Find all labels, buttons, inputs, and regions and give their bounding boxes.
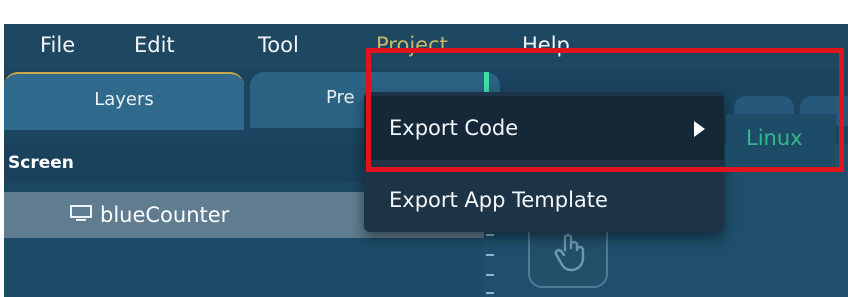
menu-item-export-app-template[interactable]: Export App Template (364, 168, 724, 232)
export-app-template-label: Export App Template (389, 188, 608, 212)
menu-edit[interactable]: Edit (134, 33, 175, 57)
layers-empty-area (4, 238, 484, 297)
touch-hand-icon (554, 233, 585, 272)
menu-file[interactable]: File (40, 33, 75, 57)
tab-layers[interactable]: Layers (4, 72, 244, 130)
menu-tool[interactable]: Tool (258, 33, 299, 57)
highlight-box (366, 48, 844, 172)
app-window: File Edit Tool Project Help Layers Pre S… (4, 24, 848, 297)
monitor-icon (70, 205, 92, 221)
layer-label: blueCounter (100, 203, 230, 227)
